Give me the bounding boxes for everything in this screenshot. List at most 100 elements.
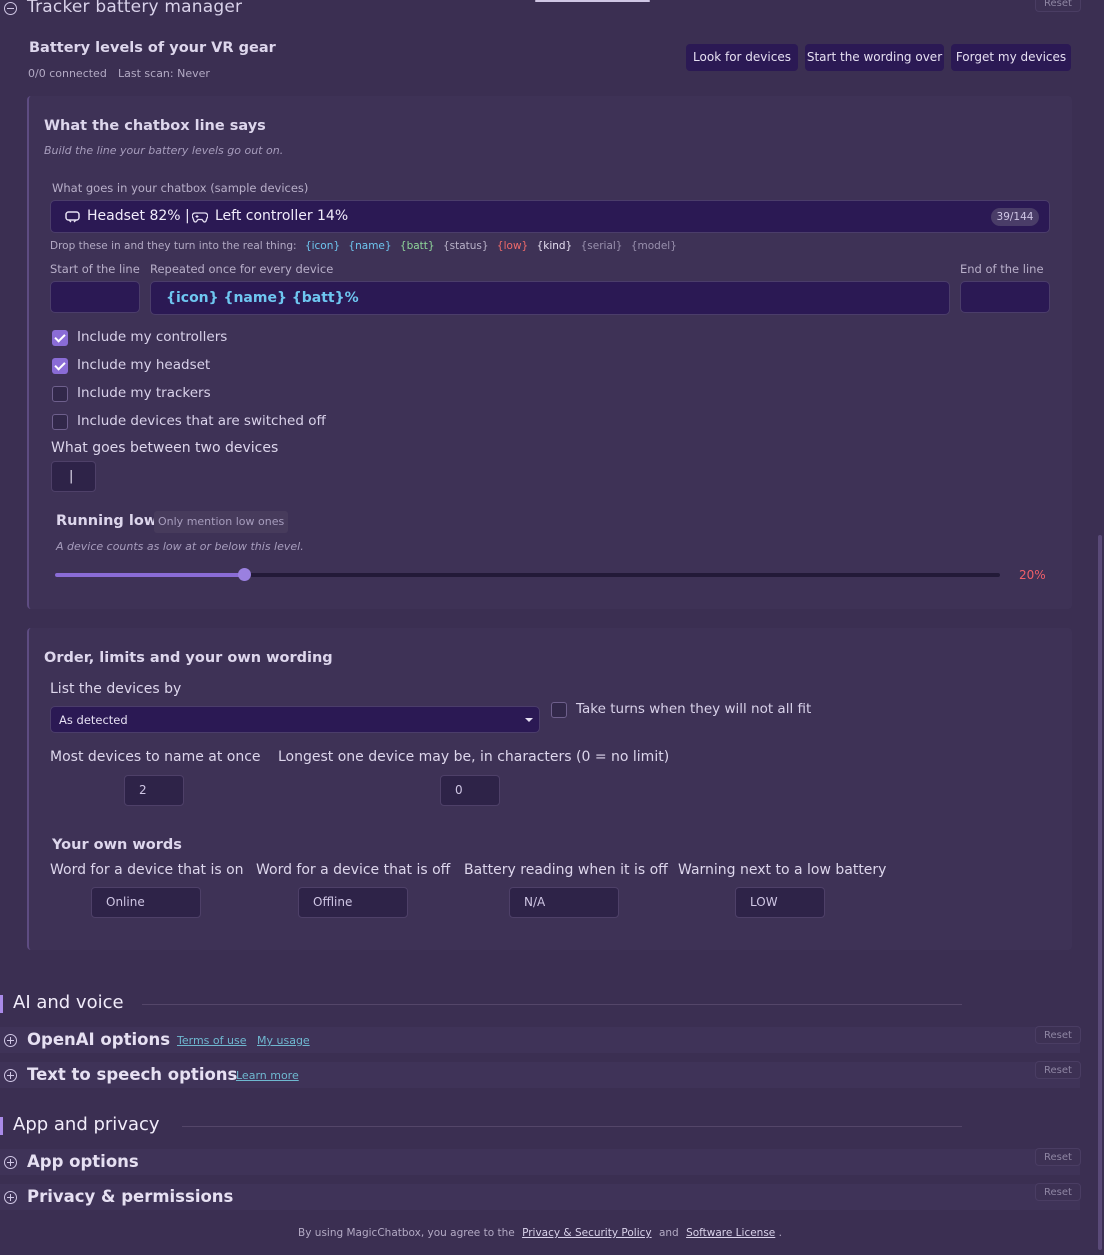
my-usage-link[interactable]: My usage	[257, 1034, 310, 1047]
app-options-reset-button[interactable]: Reset	[1035, 1148, 1081, 1166]
app-options-title: App options	[27, 1152, 139, 1171]
token-kind[interactable]: {kind}	[537, 240, 573, 252]
footer-suffix: .	[778, 1227, 782, 1239]
openai-options-title: OpenAI options	[27, 1030, 171, 1049]
start-label: Start of the line	[50, 262, 140, 276]
on-word-label: Word for a device that is on	[50, 862, 244, 878]
list-by-value: As detected	[59, 713, 128, 727]
take-turns-label: Take turns when they will not all fit	[576, 701, 812, 717]
separator-input[interactable]: |	[51, 461, 96, 492]
openai-reset-button[interactable]: Reset	[1035, 1026, 1081, 1044]
only-low-toggle[interactable]: Only mention low ones	[154, 511, 289, 533]
ai-section-marker	[0, 995, 3, 1013]
repeat-label: Repeated once for every device	[150, 262, 334, 276]
reading-off-label: Battery reading when it is off	[464, 862, 668, 878]
separator-value: |	[69, 469, 74, 484]
token-status[interactable]: {status}	[443, 240, 489, 252]
controllers-label: Include my controllers	[77, 329, 228, 345]
longest-label: Longest one device may be, in characters…	[278, 749, 670, 765]
privacy-policy-link[interactable]: Privacy & Security Policy	[522, 1227, 652, 1239]
connected-count: 0/0 connected	[28, 67, 107, 80]
software-license-link[interactable]: Software License	[686, 1227, 775, 1239]
look-for-devices-button[interactable]: Look for devices	[686, 44, 798, 71]
token-serial[interactable]: {serial}	[581, 240, 623, 252]
ai-section-title: AI and voice	[13, 992, 124, 1013]
own-words-title: Your own words	[52, 837, 182, 853]
most-devices-input[interactable]: 2	[124, 775, 184, 806]
trackers-checkbox[interactable]	[52, 386, 68, 402]
app-section-title: App and privacy	[13, 1114, 160, 1135]
most-devices-label: Most devices to name at once	[50, 749, 261, 765]
chatbox-card-title: What the chatbox line says	[44, 118, 266, 134]
reading-off-input[interactable]: N/A	[509, 887, 619, 918]
preview-text-headset: Headset 82% |	[87, 208, 190, 224]
on-word-input[interactable]: Online	[91, 887, 201, 918]
battery-heading: Battery levels of your VR gear	[29, 40, 276, 56]
headset-label: Include my headset	[77, 357, 211, 373]
expand-icon	[4, 1156, 17, 1169]
token-list: Drop these in and they turn into the rea…	[50, 240, 677, 252]
running-low-title: Running low	[56, 513, 158, 529]
end-label: End of the line	[960, 262, 1044, 276]
char-count-badge: 39/144	[991, 208, 1039, 226]
low-slider-track[interactable]	[55, 568, 1000, 581]
app-options-row[interactable]: App options	[0, 1149, 1080, 1175]
footer: By using MagicChatbox, you agree to the …	[0, 1227, 1080, 1239]
top-scroll-indicator	[535, 0, 650, 2]
low-warning-input[interactable]: LOW	[735, 887, 825, 918]
template-value: {icon} {name} {batt}%	[166, 290, 359, 306]
low-threshold-value: 20%	[1019, 568, 1046, 582]
tts-options-row[interactable]: Text to speech options Learn more	[0, 1062, 1080, 1088]
controller-icon	[192, 212, 208, 223]
tts-options-title: Text to speech options	[27, 1065, 238, 1084]
collapse-icon[interactable]	[4, 2, 17, 15]
off-word-value: Offline	[313, 895, 353, 909]
low-warning-label: Warning next to a low battery	[678, 862, 887, 878]
privacy-title: Privacy & permissions	[27, 1187, 234, 1206]
most-devices-value: 2	[139, 783, 147, 797]
forget-devices-button[interactable]: Forget my devices	[951, 44, 1071, 71]
expand-icon	[4, 1034, 17, 1047]
order-card-title: Order, limits and your own wording	[44, 650, 333, 666]
headset-checkbox[interactable]	[52, 358, 68, 374]
restart-wording-button[interactable]: Start the wording over	[805, 44, 944, 71]
token-batt[interactable]: {batt}	[400, 240, 435, 252]
on-word-value: Online	[106, 895, 145, 909]
reading-off-value: N/A	[524, 895, 546, 909]
running-low-subtitle: A device counts as low at or below this …	[56, 540, 304, 553]
tokens-label: Drop these in and they turn into the rea…	[50, 240, 297, 252]
token-name[interactable]: {name}	[348, 240, 391, 252]
token-model[interactable]: {model}	[631, 240, 677, 252]
low-slider-fill	[55, 573, 244, 577]
learn-more-link[interactable]: Learn more	[236, 1069, 299, 1082]
start-of-line-input[interactable]	[50, 281, 140, 313]
switched-off-label: Include devices that are switched off	[77, 413, 326, 429]
scrollbar[interactable]	[1098, 535, 1102, 1250]
expand-icon	[4, 1191, 17, 1204]
take-turns-checkbox[interactable]	[551, 702, 567, 718]
terms-of-use-link[interactable]: Terms of use	[177, 1034, 246, 1047]
tts-reset-button[interactable]: Reset	[1035, 1061, 1081, 1079]
ai-section-divider	[142, 1004, 962, 1005]
tracker-reset-button[interactable]: Reset	[1035, 0, 1081, 12]
off-word-input[interactable]: Offline	[298, 887, 408, 918]
token-low[interactable]: {low}	[497, 240, 528, 252]
last-scan: Last scan: Never	[118, 67, 210, 80]
privacy-reset-button[interactable]: Reset	[1035, 1183, 1081, 1201]
app-section-divider	[182, 1126, 962, 1127]
switched-off-checkbox[interactable]	[52, 414, 68, 430]
controllers-checkbox[interactable]	[52, 330, 68, 346]
chatbox-card-subtitle: Build the line your battery levels go ou…	[44, 144, 284, 157]
token-icon[interactable]: {icon}	[305, 240, 340, 252]
end-of-line-input[interactable]	[960, 281, 1050, 313]
list-by-label: List the devices by	[50, 681, 182, 697]
template-input[interactable]: {icon} {name} {batt}%	[150, 281, 950, 315]
preview-text-controller: Left controller 14%	[215, 208, 349, 224]
chatbox-preview: Headset 82% | Left controller 14% 39/144	[50, 200, 1050, 233]
expand-icon	[4, 1069, 17, 1082]
longest-input[interactable]: 0	[440, 775, 500, 806]
list-by-select[interactable]: As detected	[50, 706, 540, 733]
privacy-row[interactable]: Privacy & permissions	[0, 1184, 1080, 1210]
openai-options-row[interactable]: OpenAI options Terms of use My usage	[0, 1027, 1080, 1053]
low-slider-thumb[interactable]	[238, 568, 251, 581]
